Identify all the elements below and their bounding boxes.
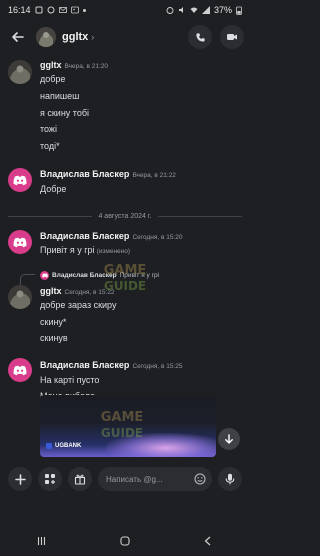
voice-call-button[interactable] <box>188 25 212 49</box>
apps-icon <box>45 474 55 484</box>
add-attachment-button[interactable] <box>8 467 32 491</box>
mute-icon <box>178 7 183 13</box>
avatar[interactable] <box>8 230 32 254</box>
edited-label: (изменено) <box>96 248 131 255</box>
avatar-photo-icon <box>8 60 32 84</box>
avatar-photo-icon <box>36 27 56 47</box>
gift-button[interactable] <box>68 467 92 491</box>
message-group[interactable]: Владислав Бласкер Вчера, в 21:22 Добре <box>0 166 250 200</box>
timestamp: Вчера, в 21:22 <box>132 172 176 179</box>
bank-logo-icon <box>46 443 52 449</box>
message-text: тожі <box>40 124 57 134</box>
home-icon[interactable] <box>119 535 131 547</box>
discord-logo-icon <box>13 237 27 247</box>
avatar[interactable] <box>8 60 32 84</box>
status-time: 16:14 <box>8 5 31 15</box>
message-text: скинув <box>40 333 68 343</box>
message-text: добре <box>40 74 66 84</box>
timestamp: Сегодня, в 15:20 <box>132 234 183 241</box>
header-chevron-icon[interactable]: › <box>91 32 94 42</box>
recent-apps-icon[interactable] <box>36 535 48 547</box>
notification-icon <box>35 6 43 14</box>
message-group[interactable]: Владислав Бласкер Сегодня, в 15:20 Привіт… <box>0 228 250 262</box>
jump-to-latest-button[interactable] <box>218 428 240 450</box>
watermark-logo: GAME GUIDE <box>104 263 147 293</box>
photo-icon <box>70 6 79 14</box>
header-avatar[interactable] <box>36 27 56 47</box>
divider-date: 4 августа 2024 г. <box>98 212 152 220</box>
discord-logo-icon <box>41 272 48 278</box>
alarm-icon <box>166 7 174 14</box>
author-name[interactable]: Владислав Бласкер Сегодня, в 15:25 <box>40 360 183 370</box>
avatar[interactable] <box>8 285 32 309</box>
message-text: На карті пусто <box>40 375 100 385</box>
battery-icon <box>236 6 242 15</box>
apps-button[interactable] <box>38 467 62 491</box>
message-text: я скину тобі <box>40 108 89 118</box>
watermark-bottom-text: GUIDE <box>104 279 146 293</box>
message-input-placeholder: Написать @g... <box>106 474 163 484</box>
arrow-down-icon <box>225 434 233 444</box>
message-text: Привіт я у грі (изменено) <box>40 245 131 255</box>
battery-percent: 37% <box>213 5 232 15</box>
message-text: тоді* <box>40 141 60 151</box>
emoji-icon[interactable] <box>194 473 206 485</box>
message-text: скину* <box>40 317 67 327</box>
watermark-top-text: GAME <box>101 410 144 425</box>
message-text: добре зараз скиру <box>40 300 117 310</box>
microphone-icon <box>225 473 235 485</box>
mail-icon <box>58 7 67 13</box>
avatar-photo-icon <box>8 285 32 309</box>
voice-message-button[interactable] <box>218 467 242 491</box>
header-title[interactable]: ggltx <box>62 31 88 43</box>
video-call-button[interactable] <box>220 25 244 49</box>
chat-header: ggltx › <box>0 20 250 54</box>
author-name[interactable]: Владислав Бласкер Вчера, в 21:22 <box>40 169 176 179</box>
status-bar: 16:14 37% <box>0 0 250 20</box>
plus-icon <box>14 473 26 485</box>
attachment-bank-label: UGBANK <box>46 443 81 449</box>
watermark-top-text: GAME <box>104 263 147 278</box>
video-icon <box>227 34 237 40</box>
system-nav-bar <box>0 526 250 556</box>
back-nav-icon[interactable] <box>202 535 214 547</box>
message-text: Добре <box>40 184 67 194</box>
author-name[interactable]: ggltx Вчера, в 21:20 <box>40 60 108 70</box>
divider-rule <box>157 215 242 217</box>
discord-logo-icon <box>13 175 27 185</box>
gift-icon <box>74 474 86 485</box>
message-group[interactable]: Владислав Бласкер Сегодня, в 15:25 На кар… <box>0 356 250 401</box>
signal-icon <box>201 6 210 14</box>
avatar[interactable] <box>8 358 32 382</box>
timestamp: Вчера, в 21:20 <box>64 63 109 70</box>
arrow-left-icon <box>12 32 24 42</box>
messenger-icon <box>47 6 55 14</box>
message-text: напишеш <box>40 91 80 101</box>
divider-rule <box>8 215 93 217</box>
phone-icon <box>195 32 205 42</box>
reply-avatar <box>40 270 49 280</box>
timestamp: Сегодня, в 15:25 <box>132 363 183 370</box>
message-group[interactable]: ggltx Вчера, в 21:20 добре напишеш я скин… <box>0 58 250 158</box>
message-composer: Написать @g... <box>0 465 250 493</box>
watermark-bottom-text: GUIDE <box>101 426 143 440</box>
watermark-logo: GAME GUIDE <box>101 410 144 440</box>
discord-logo-icon <box>13 365 27 375</box>
avatar[interactable] <box>8 168 32 192</box>
date-divider: 4 августа 2024 г. <box>8 211 242 221</box>
more-notifications-dot <box>82 8 86 12</box>
wifi-icon <box>190 7 198 13</box>
back-button[interactable] <box>6 25 30 49</box>
author-name[interactable]: Владислав Бласкер Сегодня, в 15:20 <box>40 231 183 241</box>
message-input[interactable]: Написать @g... <box>98 467 212 491</box>
